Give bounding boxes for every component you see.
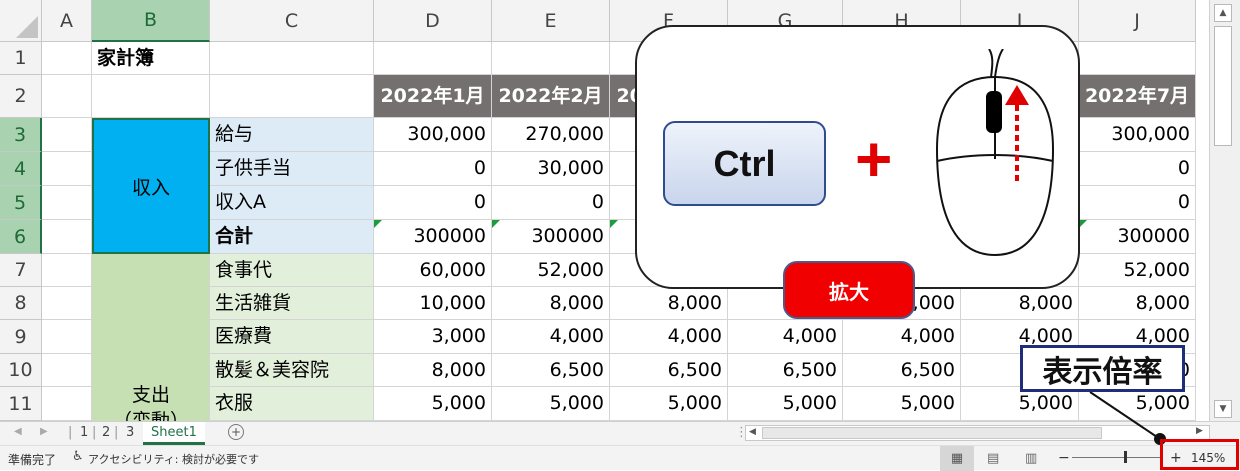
zoom-callout-label: 表示倍率	[1020, 345, 1185, 392]
callout-pointer-line	[1089, 391, 1166, 445]
zoom-callout-text: 表示倍率	[1042, 354, 1163, 390]
zoom-level-highlight-box	[1160, 439, 1239, 470]
